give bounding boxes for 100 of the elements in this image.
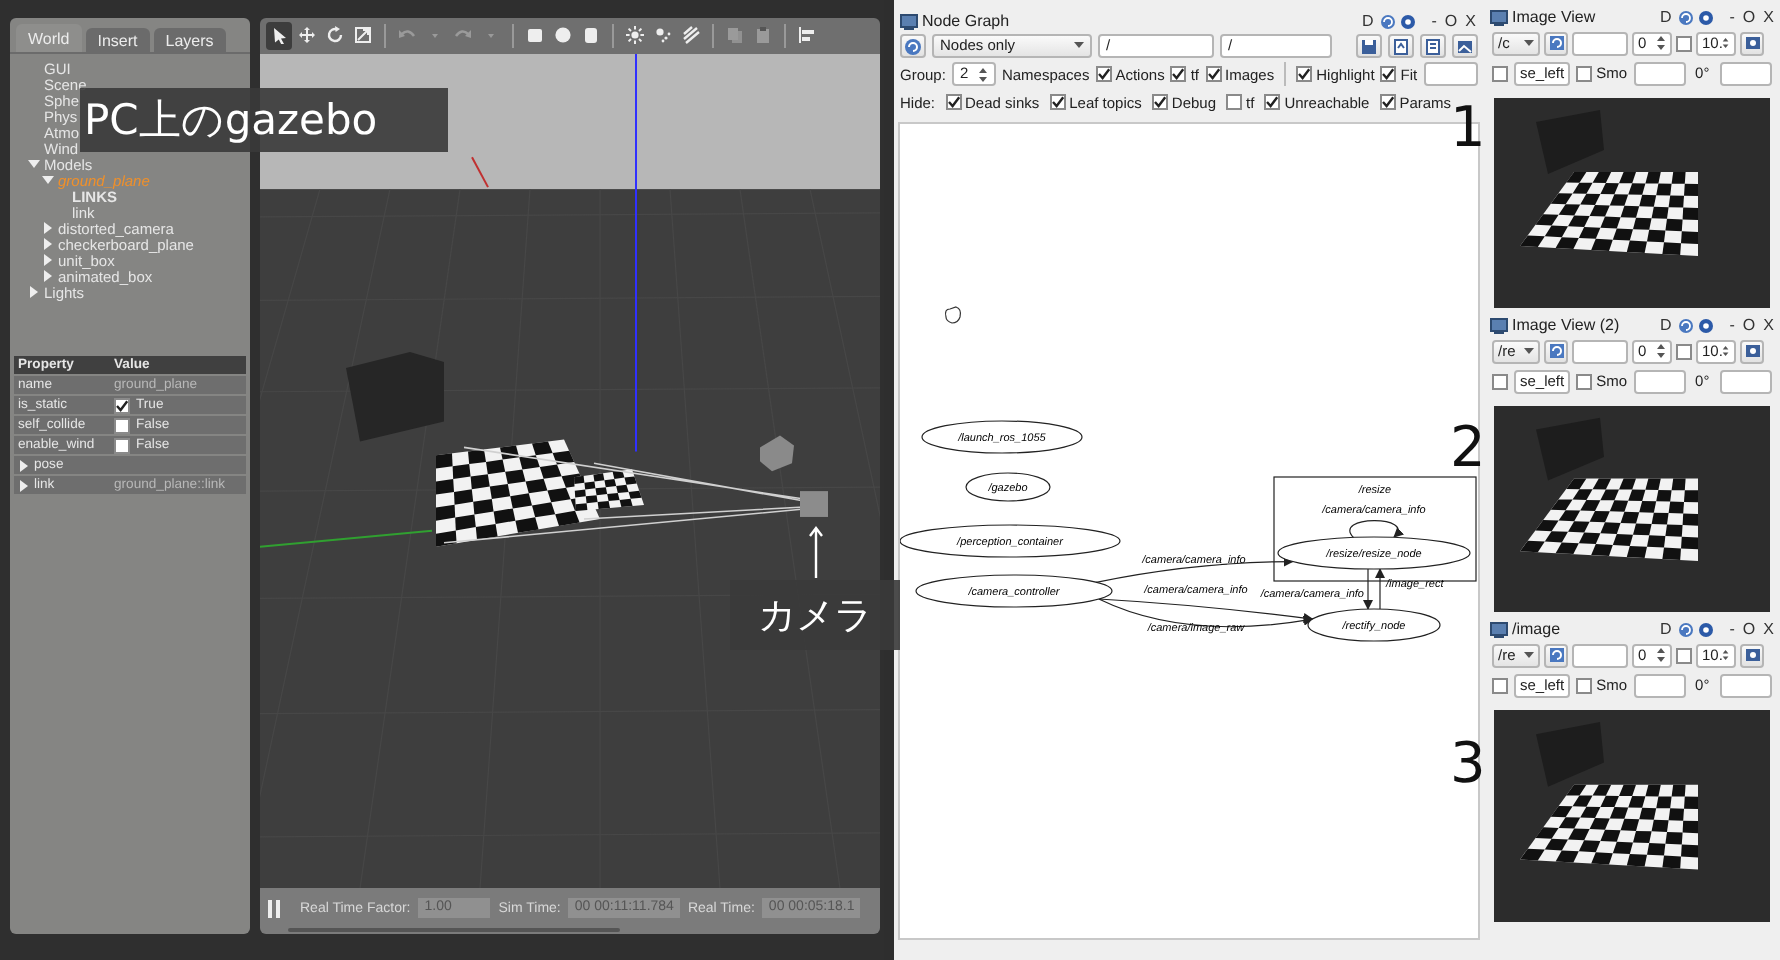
checked-box-icon[interactable] [945, 94, 962, 110]
box-shape-icon[interactable] [526, 26, 544, 45]
text-field[interactable] [1572, 643, 1628, 667]
expand-arrow-icon[interactable] [42, 254, 54, 266]
checkbox[interactable] [1676, 343, 1692, 359]
reload-icon[interactable] [1677, 621, 1694, 637]
help-icon[interactable] [1697, 9, 1714, 25]
text-field[interactable] [1633, 61, 1686, 85]
float-button[interactable]: O [1740, 620, 1758, 638]
caret-icon[interactable] [1524, 39, 1534, 47]
checked-box-icon[interactable] [1296, 66, 1313, 82]
help-icon[interactable] [1697, 317, 1714, 333]
expand-arrow-icon[interactable] [28, 286, 40, 298]
minimize-button[interactable]: - [1727, 8, 1737, 26]
empty-box-icon[interactable] [1576, 373, 1593, 389]
text-field[interactable] [1633, 673, 1686, 697]
close-button[interactable]: X [1463, 12, 1478, 30]
pause-button[interactable] [266, 899, 282, 918]
panel-number: 3 [1450, 736, 1486, 792]
reload-icon[interactable] [1379, 13, 1396, 29]
float-button[interactable]: O [1740, 8, 1758, 26]
minimize-button[interactable]: - [1727, 620, 1737, 638]
window-icon [1490, 317, 1508, 333]
collapse-arrow-icon[interactable] [42, 174, 54, 186]
checked-box-icon[interactable] [1205, 66, 1221, 82]
text-field[interactable] [1719, 369, 1772, 393]
rotate-tool-icon[interactable] [326, 26, 344, 45]
panel-number: 2 [1450, 420, 1486, 476]
window-icon [1490, 621, 1508, 637]
caret-icon[interactable] [1524, 347, 1534, 355]
caret-icon[interactable] [1524, 651, 1534, 659]
tab[interactable]: Insert [85, 28, 150, 52]
align-icon[interactable] [798, 26, 816, 45]
expand-arrow-icon[interactable] [18, 459, 30, 471]
minimize-button[interactable]: - [1429, 12, 1439, 30]
tab[interactable]: Layers [153, 28, 226, 52]
checked-box-icon[interactable] [1095, 66, 1112, 82]
sphere-shape-icon[interactable] [554, 26, 572, 45]
point-light-button[interactable] [622, 21, 648, 50]
dock-button[interactable]: D [1359, 12, 1376, 30]
spot-light-icon[interactable] [654, 26, 672, 45]
empty-box-icon[interactable] [1226, 94, 1243, 110]
close-button[interactable]: X [1761, 620, 1776, 638]
close-button[interactable]: X [1761, 8, 1776, 26]
checked-box-icon[interactable] [114, 397, 130, 413]
directional-light-icon[interactable] [682, 26, 700, 45]
checkbox[interactable] [1492, 677, 1508, 693]
dock-button[interactable]: D [1657, 316, 1674, 334]
spin-arrows-icon[interactable] [1722, 646, 1730, 664]
text-field[interactable] [1719, 61, 1772, 85]
checkbox[interactable] [1676, 647, 1692, 663]
minimize-button[interactable]: - [1727, 316, 1737, 334]
scrollbar[interactable] [288, 928, 620, 932]
help-icon[interactable] [1399, 13, 1416, 29]
spin-arrows-icon[interactable] [1722, 34, 1730, 52]
spin-arrows-icon[interactable] [977, 65, 988, 83]
checked-box-icon[interactable] [1170, 66, 1187, 82]
text-field[interactable] [1572, 31, 1628, 55]
spin-arrows-icon[interactable] [1656, 646, 1666, 664]
panel-title: /image [1512, 620, 1561, 638]
panel-number: 1 [1450, 100, 1486, 156]
spin-arrows-icon[interactable] [1656, 34, 1666, 52]
reload-icon[interactable] [1677, 9, 1694, 25]
scale-tool-icon[interactable] [354, 26, 372, 45]
checkbox[interactable] [1492, 65, 1508, 81]
checkbox[interactable] [1676, 35, 1692, 51]
spin-arrows-icon[interactable] [1656, 342, 1666, 360]
checked-box-icon[interactable] [1379, 94, 1396, 110]
empty-box-icon[interactable] [1576, 677, 1593, 693]
checked-box-icon[interactable] [1049, 94, 1066, 110]
text-field[interactable] [1572, 339, 1628, 363]
expand-arrow-icon[interactable] [18, 479, 30, 491]
caret-icon[interactable] [1074, 42, 1084, 50]
text-field[interactable] [1719, 673, 1772, 697]
expand-arrow-icon[interactable] [42, 238, 54, 250]
dock-button[interactable]: D [1657, 620, 1674, 638]
checked-box-icon[interactable] [1151, 94, 1168, 110]
text-field[interactable] [1423, 62, 1478, 86]
text-field[interactable] [1633, 369, 1686, 393]
collapse-arrow-icon[interactable] [28, 158, 40, 170]
checked-box-icon[interactable] [1380, 66, 1397, 82]
dock-button[interactable]: D [1657, 8, 1674, 26]
expand-arrow-icon[interactable] [42, 222, 54, 234]
float-button[interactable]: O [1442, 12, 1460, 30]
translate-tool-icon[interactable] [298, 26, 316, 45]
box-model [760, 435, 794, 471]
point-light-icon[interactable] [626, 26, 644, 45]
help-icon[interactable] [1697, 621, 1714, 637]
select-tool-icon[interactable] [270, 26, 288, 45]
spin-arrows-icon[interactable] [1722, 342, 1730, 360]
expand-arrow-icon[interactable] [42, 270, 54, 282]
reload-icon[interactable] [1677, 317, 1694, 333]
empty-box-icon[interactable] [1576, 65, 1593, 81]
checkbox[interactable] [1492, 373, 1508, 389]
close-button[interactable]: X [1761, 316, 1776, 334]
float-button[interactable]: O [1740, 316, 1758, 334]
cylinder-shape-icon[interactable] [582, 26, 600, 45]
checked-box-icon[interactable] [1264, 94, 1281, 110]
select-tool-button[interactable] [266, 21, 292, 50]
directional-light-button[interactable] [678, 21, 704, 50]
